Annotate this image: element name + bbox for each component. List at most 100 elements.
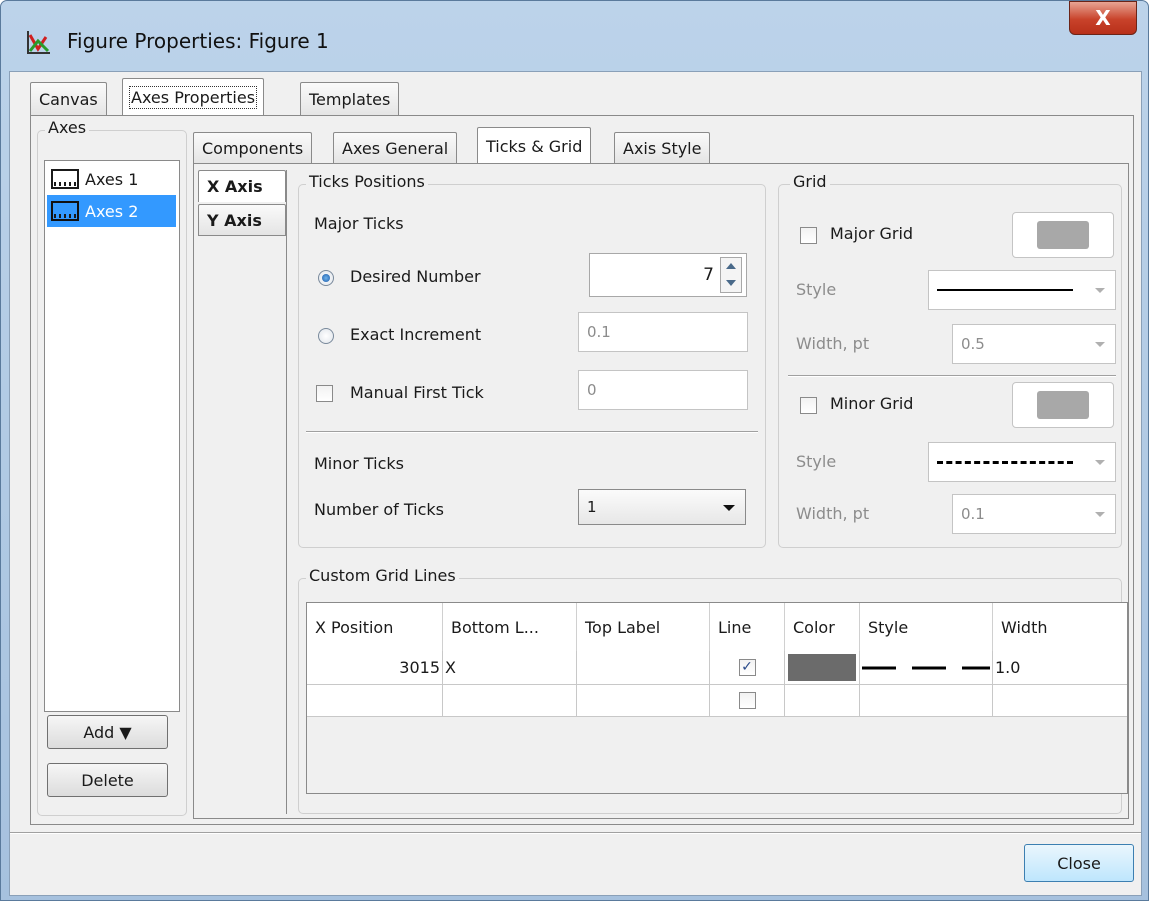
column-header[interactable]: Color (785, 603, 860, 651)
desired-number-spinner[interactable] (720, 257, 742, 293)
list-item-axes-1[interactable]: Axes 1 (47, 163, 176, 195)
table-cell-x-position[interactable] (307, 685, 443, 717)
delete-button[interactable]: Delete (47, 763, 168, 797)
major-width-label: Width, pt (796, 334, 870, 353)
tab-label: Axis Style (623, 139, 702, 158)
table-cell-bottom-label[interactable] (443, 685, 577, 717)
minor-grid-color-button[interactable] (1012, 382, 1114, 428)
dialog-body: Canvas Axes Properties Templates Axes Ax… (9, 71, 1142, 896)
number-of-ticks-label: Number of Ticks (314, 500, 444, 519)
tab-axis-style[interactable]: Axis Style (614, 132, 711, 164)
column-header[interactable]: Line (710, 603, 785, 651)
spin-down-icon[interactable] (726, 280, 736, 286)
minor-grid-label: Minor Grid (830, 394, 914, 413)
minor-grid-width-select[interactable]: 0.1 (952, 494, 1116, 534)
tab-label: Y Axis (207, 210, 262, 230)
table-cell-top-label[interactable] (577, 685, 710, 717)
spin-up-icon[interactable] (726, 263, 736, 269)
table-cell-style[interactable] (860, 651, 993, 685)
tab-x-axis[interactable]: X Axis (198, 170, 286, 202)
exact-increment-radio[interactable] (318, 328, 334, 344)
major-style-label: Style (796, 280, 837, 299)
minor-width-value: 0.1 (961, 505, 985, 523)
minor-grid-checkbox[interactable] (800, 397, 817, 414)
tab-y-axis[interactable]: Y Axis (198, 204, 286, 236)
minor-ticks-label: Minor Ticks (314, 454, 404, 473)
column-header[interactable]: Top Label (577, 603, 710, 651)
tab-canvas[interactable]: Canvas (30, 82, 107, 116)
axes-icon (51, 201, 79, 221)
minor-style-label: Style (796, 452, 837, 471)
line-checkbox[interactable]: ✓ (738, 659, 756, 676)
column-header[interactable]: Style (860, 603, 993, 651)
axis-tab-divider (286, 170, 287, 814)
color-swatch (788, 654, 856, 681)
desired-number-radio[interactable] (318, 270, 334, 286)
minor-grid-style-select[interactable] (928, 442, 1116, 482)
color-swatch (1037, 221, 1089, 249)
tab-label: Canvas (39, 90, 98, 109)
major-grid-style-select[interactable] (928, 270, 1116, 310)
tab-templates[interactable]: Templates (300, 82, 400, 116)
figure-app-icon (27, 31, 50, 54)
color-swatch (1037, 391, 1089, 419)
table-cell-style[interactable] (860, 685, 993, 717)
tab-axes-properties[interactable]: Axes Properties (122, 78, 265, 115)
custom-grid-table[interactable]: X Position Bottom L... Top Label Line Co… (306, 602, 1128, 794)
exact-increment-input[interactable]: 0.1 (578, 312, 748, 352)
table-cell-color[interactable] (785, 685, 860, 717)
number-of-ticks-select[interactable]: 1 (578, 489, 746, 525)
axes-properties-panel: Axes Axes 1 Axes 2 Add ▼ Delete Componen… (30, 115, 1134, 825)
manual-first-tick-checkbox[interactable] (316, 385, 333, 402)
manual-first-tick-label: Manual First Tick (350, 383, 484, 402)
grid-group-label: Grid (790, 172, 830, 191)
tab-label: Axes Properties (128, 85, 258, 109)
close-window-button[interactable]: X (1069, 1, 1137, 35)
dash-line-icon (862, 666, 990, 669)
dashed-line-icon (937, 460, 1073, 464)
add-button[interactable]: Add ▼ (47, 715, 168, 749)
tab-ticks-grid[interactable]: Ticks & Grid (477, 127, 592, 164)
close-button[interactable]: Close (1024, 844, 1134, 882)
exact-increment-label: Exact Increment (350, 325, 482, 344)
ticks-positions-label: Ticks Positions (306, 172, 428, 191)
major-grid-checkbox[interactable] (800, 227, 817, 244)
footer-separator (10, 832, 1141, 834)
grid-separator (788, 375, 1116, 377)
table-cell-color[interactable] (785, 651, 860, 685)
line-checkbox[interactable] (738, 692, 756, 709)
number-of-ticks-value: 1 (587, 498, 597, 516)
major-width-value: 0.5 (961, 335, 985, 353)
major-ticks-label: Major Ticks (314, 214, 404, 233)
column-header[interactable]: Bottom L... (443, 603, 577, 651)
tab-label: Components (202, 139, 304, 158)
axes-icon (51, 169, 79, 189)
table-cell-line[interactable] (710, 685, 785, 717)
tab-components[interactable]: Components (193, 132, 313, 164)
minor-width-label: Width, pt (796, 504, 870, 523)
major-grid-label: Major Grid (830, 224, 914, 243)
table-cell-line[interactable]: ✓ (710, 651, 785, 685)
title-bar: Figure Properties: Figure 1 X (1, 1, 1149, 71)
window-title: Figure Properties: Figure 1 (67, 29, 329, 53)
table-cell-width[interactable] (993, 685, 1127, 717)
manual-first-tick-input[interactable]: 0 (578, 370, 748, 410)
chevron-down-icon (723, 505, 735, 511)
column-header[interactable]: Width (993, 603, 1127, 651)
list-item-axes-2[interactable]: Axes 2 (47, 195, 176, 227)
close-icon: X (1095, 6, 1111, 30)
major-grid-color-button[interactable] (1012, 212, 1114, 258)
axes-group-label: Axes (45, 118, 90, 137)
figure-properties-window: Figure Properties: Figure 1 X Canvas Axe… (0, 0, 1149, 901)
chevron-down-icon (1095, 288, 1105, 293)
axes-list[interactable]: Axes 1 Axes 2 (44, 160, 180, 712)
major-grid-width-select[interactable]: 0.5 (952, 324, 1116, 364)
ticks-separator (306, 431, 758, 433)
table-empty-area (307, 717, 1127, 793)
tab-axes-general[interactable]: Axes General (333, 132, 458, 164)
table-cell-top-label[interactable] (577, 651, 710, 685)
table-cell-width[interactable]: 1.0 (993, 651, 1127, 685)
table-cell-x-position[interactable]: 3015 (307, 651, 443, 685)
column-header[interactable]: X Position (307, 603, 443, 651)
table-cell-bottom-label[interactable]: X (443, 651, 577, 685)
